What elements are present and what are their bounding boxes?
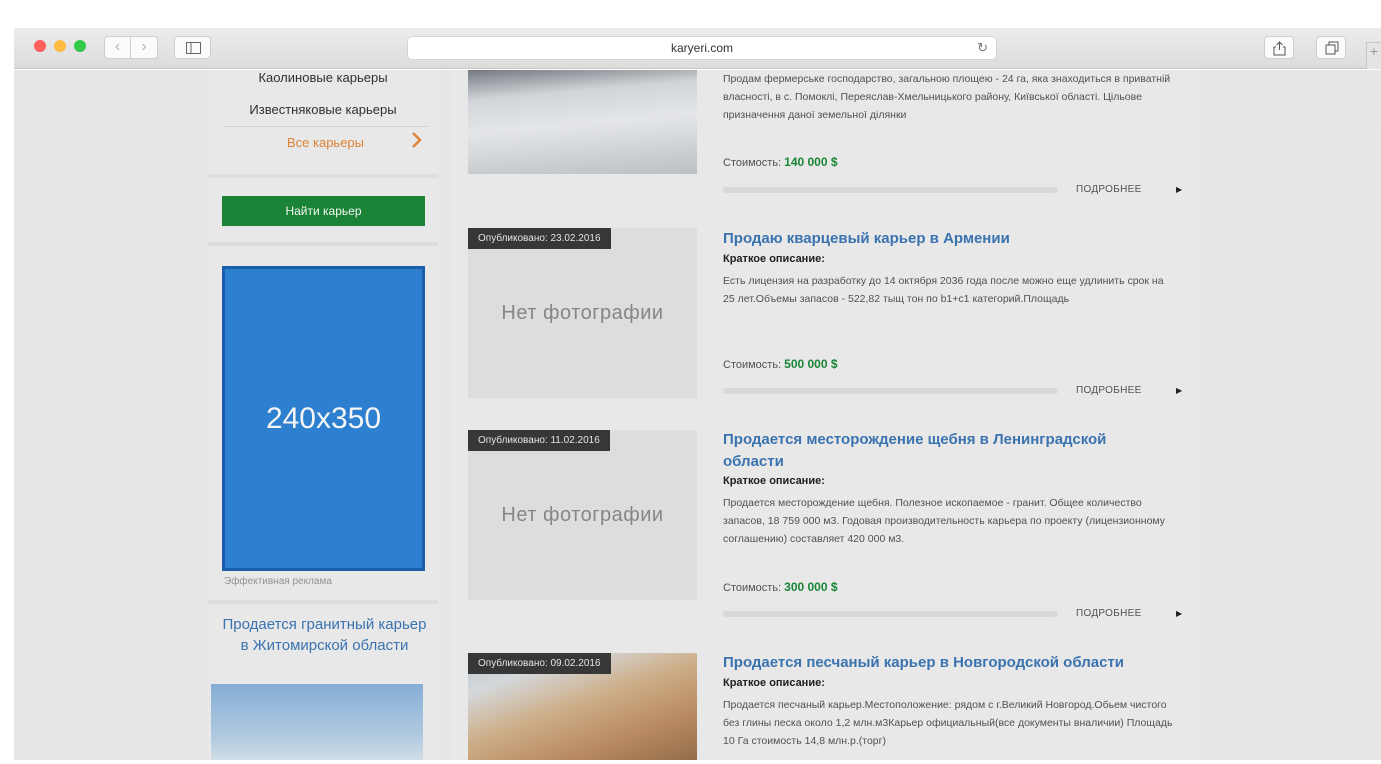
listing-title[interactable]: Продается песчаный карьер в Новгородской… <box>723 652 1163 674</box>
price-label: Стоимость: <box>723 157 782 169</box>
ad-banner[interactable]: 240x350 <box>222 266 425 571</box>
listings-column: Продам фермерське господарство, загально… <box>451 70 1199 760</box>
details-link[interactable]: ПОДРОБНЕЕ <box>1076 608 1142 619</box>
featured-listing-photo[interactable] <box>211 684 423 760</box>
divider <box>208 174 438 178</box>
sidebar: Каолиновые карьеры Известняковые карьеры… <box>208 70 438 760</box>
forward-button[interactable]: › <box>131 36 158 59</box>
no-photo-text: Нет фотографии <box>501 302 664 324</box>
listing-photo[interactable]: Опубликовано: 09.02.2016 <box>468 653 697 760</box>
listing-price: Стоимость: 500 000 $ <box>723 357 838 371</box>
listing-description: Продам фермерське господарство, загально… <box>723 73 1171 121</box>
reload-icon[interactable]: ↻ <box>977 37 988 59</box>
listing-title[interactable]: Продается месторождение щебня в Ленингра… <box>723 429 1163 473</box>
share-button[interactable] <box>1264 36 1294 59</box>
listing-price: Стоимость: 140 000 $ <box>723 155 838 169</box>
new-tab-button[interactable]: + <box>1366 42 1381 69</box>
price-label: Стоимость: <box>723 582 782 594</box>
details-link[interactable]: ПОДРОБНЕЕ <box>1076 184 1142 195</box>
listing-description: Продается песчаный карьер.Местоположение… <box>723 699 1173 747</box>
sidebar-icon <box>186 42 201 54</box>
published-date-badge: Опубликовано: 11.02.2016 <box>468 430 610 451</box>
listing-photo-placeholder[interactable]: Опубликовано: 11.02.2016 Нет фотографии <box>468 430 697 600</box>
chevron-right-icon <box>412 132 422 148</box>
play-arrow-icon[interactable]: ▶ <box>1176 185 1182 194</box>
zoom-window-button[interactable] <box>74 40 86 52</box>
play-arrow-icon[interactable]: ▶ <box>1176 609 1182 618</box>
share-icon <box>1273 41 1286 56</box>
find-quarry-button[interactable]: Найти карьер <box>222 196 425 226</box>
listing-subtitle: Краткое описание: <box>723 677 825 689</box>
price-value: 500 000 $ <box>784 357 838 371</box>
tabs-icon <box>1325 41 1339 55</box>
listing-divider <box>723 187 1058 193</box>
divider <box>208 242 438 246</box>
featured-listing-title[interactable]: Продается гранитный карьер в Житомирской… <box>222 614 427 656</box>
listing-description: Есть лицензия на разработку до 14 октябр… <box>723 275 1164 305</box>
listing-photo[interactable] <box>468 70 697 174</box>
plus-icon: + <box>1369 43 1379 59</box>
published-date-badge: Опубликовано: 23.02.2016 <box>468 228 611 249</box>
divider <box>208 600 438 604</box>
url-text: karyeri.com <box>670 41 733 55</box>
address-bar[interactable]: karyeri.com ↻ <box>407 36 997 60</box>
listing-photo-placeholder[interactable]: Опубликовано: 23.02.2016 Нет фотографии <box>468 228 697 398</box>
listing-subtitle: Краткое описание: <box>723 475 825 487</box>
minimize-window-button[interactable] <box>54 40 66 52</box>
listing-description: Продается месторождение щебня. Полезное … <box>723 497 1166 545</box>
no-photo-text: Нет фотографии <box>501 504 664 526</box>
ad-caption: Эффективная реклама <box>224 576 332 587</box>
details-link[interactable]: ПОДРОБНЕЕ <box>1076 385 1142 396</box>
category-link-limestone[interactable]: Известняковые карьеры <box>208 102 438 117</box>
chevron-left-icon: ‹ <box>114 38 121 55</box>
listing-subtitle: Краткое описание: <box>723 253 825 265</box>
web-page: Каолиновые карьеры Известняковые карьеры… <box>14 70 1381 760</box>
browser-toolbar: ‹ › karyeri.com ↻ + <box>14 28 1381 69</box>
back-button[interactable]: ‹ <box>104 36 131 59</box>
listing-divider <box>723 388 1058 394</box>
category-link-kaolin[interactable]: Каолиновые карьеры <box>208 70 438 85</box>
price-value: 140 000 $ <box>784 155 838 169</box>
all-quarries-link[interactable]: Все карьеры <box>223 126 428 156</box>
price-label: Стоимость: <box>723 359 782 371</box>
listing-price: Стоимость: 300 000 $ <box>723 580 838 594</box>
listing-divider <box>723 611 1058 617</box>
all-quarries-label: Все карьеры <box>286 135 365 150</box>
sidebar-toggle-button[interactable] <box>174 36 211 59</box>
close-window-button[interactable] <box>34 40 46 52</box>
published-date-badge: Опубликовано: 09.02.2016 <box>468 653 611 674</box>
price-value: 300 000 $ <box>784 580 838 594</box>
show-tabs-button[interactable] <box>1316 36 1346 59</box>
listing-title[interactable]: Продаю кварцевый карьер в Армении <box>723 228 1163 250</box>
chevron-right-icon: › <box>141 38 147 55</box>
play-arrow-icon[interactable]: ▶ <box>1176 386 1182 395</box>
